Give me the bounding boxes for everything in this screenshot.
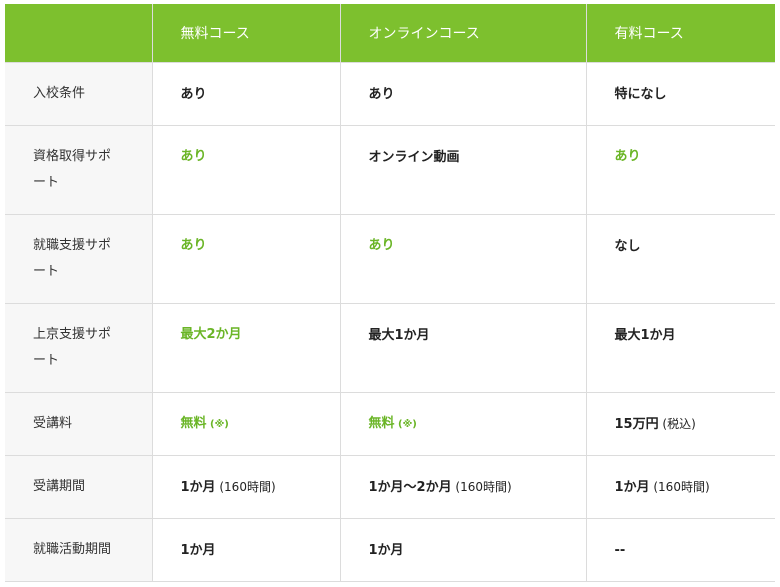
- header-online-course: オンラインコース: [339, 4, 587, 63]
- cell-paid: 15万円 (税込): [585, 391, 775, 456]
- cell-free: あり: [151, 124, 341, 215]
- table-row: 上京支援サポート 最大2か月 最大1か月 最大1か月: [5, 302, 775, 393]
- header-free-course: 無料コース: [151, 4, 341, 63]
- row-label: 入校条件: [5, 61, 153, 126]
- cell-free: 無料 (※): [151, 391, 341, 456]
- cell-paid: --: [585, 517, 775, 582]
- cell-free: 最大2か月: [151, 302, 341, 393]
- cell-online: 最大1か月: [339, 302, 587, 393]
- cell-online: 1か月〜2か月 (160時間): [339, 454, 587, 519]
- row-label: 受講期間: [5, 454, 153, 519]
- cell-online: あり: [339, 213, 587, 304]
- cell-free: あり: [151, 213, 341, 304]
- header-empty-cell: [5, 4, 153, 63]
- cell-free: 1か月 (160時間): [151, 454, 341, 519]
- row-label: 資格取得サポート: [5, 124, 153, 215]
- row-label: 就職支援サポート: [5, 213, 153, 304]
- table-row: 就職活動期間 1か月 1か月 --: [5, 517, 775, 582]
- row-label: 就職活動期間: [5, 517, 153, 582]
- cell-online: オンライン動画: [339, 124, 587, 215]
- course-comparison-table: 無料コース オンラインコース 有料コース 入校条件 あり あり 特になし 資格取…: [5, 4, 775, 582]
- cell-paid: 最大1か月: [585, 302, 775, 393]
- cell-online: 1か月: [339, 517, 587, 582]
- table-row: 受講期間 1か月 (160時間) 1か月〜2か月 (160時間) 1か月 (16…: [5, 454, 775, 519]
- cell-paid: なし: [585, 213, 775, 304]
- table-row: 受講料 無料 (※) 無料 (※) 15万円 (税込): [5, 391, 775, 456]
- header-paid-course: 有料コース: [585, 4, 775, 63]
- cell-free: あり: [151, 61, 341, 126]
- table-row: 資格取得サポート あり オンライン動画 あり: [5, 124, 775, 215]
- cell-paid: あり: [585, 124, 775, 215]
- row-label: 上京支援サポート: [5, 302, 153, 393]
- table-row: 入校条件 あり あり 特になし: [5, 61, 775, 126]
- cell-paid: 1か月 (160時間): [585, 454, 775, 519]
- table-row: 就職支援サポート あり あり なし: [5, 213, 775, 304]
- cell-online: あり: [339, 61, 587, 126]
- cell-online: 無料 (※): [339, 391, 587, 456]
- row-label: 受講料: [5, 391, 153, 456]
- header-row: 無料コース オンラインコース 有料コース: [5, 4, 775, 63]
- cell-free: 1か月: [151, 517, 341, 582]
- course-comparison-table-wrapper: 無料コース オンラインコース 有料コース 入校条件 あり あり 特になし 資格取…: [5, 4, 775, 582]
- cell-paid: 特になし: [585, 61, 775, 126]
